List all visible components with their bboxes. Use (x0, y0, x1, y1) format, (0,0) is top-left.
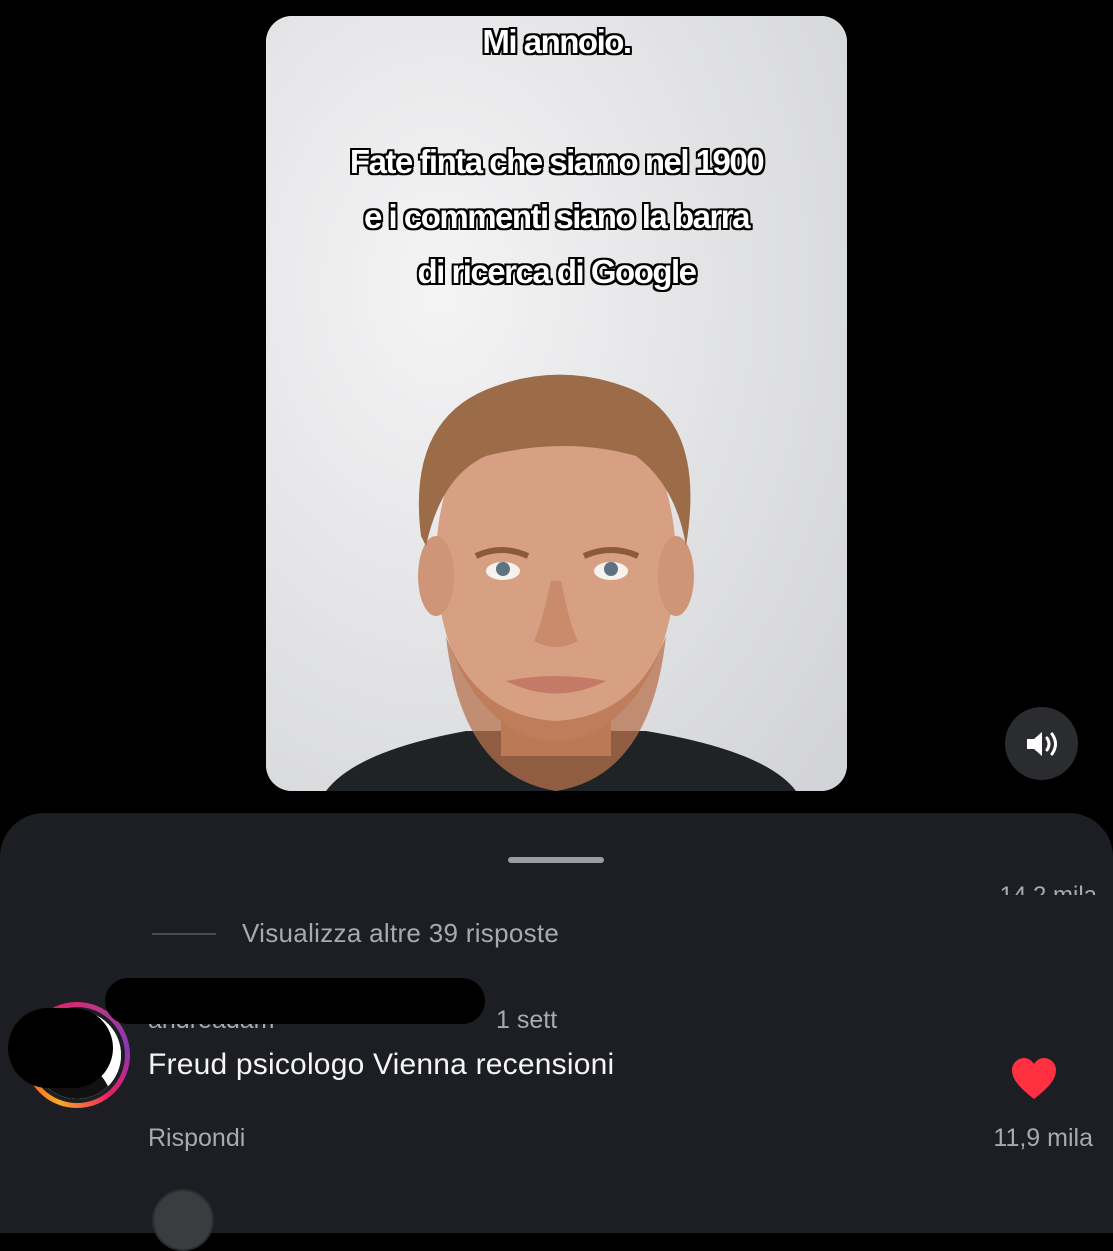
comment-text: Freud psicologo Vienna recensioni (148, 1048, 615, 1081)
caption-line: e i commenti siano la barra (364, 198, 751, 235)
redaction-bar (8, 1008, 113, 1088)
reply-button[interactable]: Rispondi (148, 1124, 245, 1153)
video-caption-title: Mi annoio. (482, 23, 632, 60)
video-player[interactable]: Mi annoio. Fate finta che siamo nel 1900… (266, 16, 847, 791)
video-caption-body: Fate finta che siamo nel 1900 e i commen… (266, 134, 847, 299)
comments-sheet[interactable]: 14,2 mila Visualizza altre 39 risposte a… (0, 813, 1113, 1251)
redaction-bar (105, 978, 485, 1024)
comment-timestamp: 1 sett (496, 1006, 558, 1034)
next-comment-avatar[interactable] (152, 1189, 214, 1251)
replies-divider (152, 933, 216, 935)
sheet-drag-handle[interactable] (508, 857, 604, 863)
video-frame-person (266, 16, 847, 791)
view-more-replies-link[interactable]: Visualizza altre 39 risposte (242, 918, 559, 949)
caption-line: di ricerca di Google (417, 253, 697, 290)
comment-like-count[interactable]: 11,9 mila (993, 1124, 1093, 1153)
heart-icon[interactable] (1010, 1057, 1058, 1101)
caption-line: Fate finta che siamo nel 1900 (349, 143, 765, 180)
previous-comment-like-count: 14,2 mila (1000, 873, 1097, 895)
speaker-icon (1026, 731, 1057, 756)
sound-toggle-button[interactable] (1005, 707, 1078, 780)
